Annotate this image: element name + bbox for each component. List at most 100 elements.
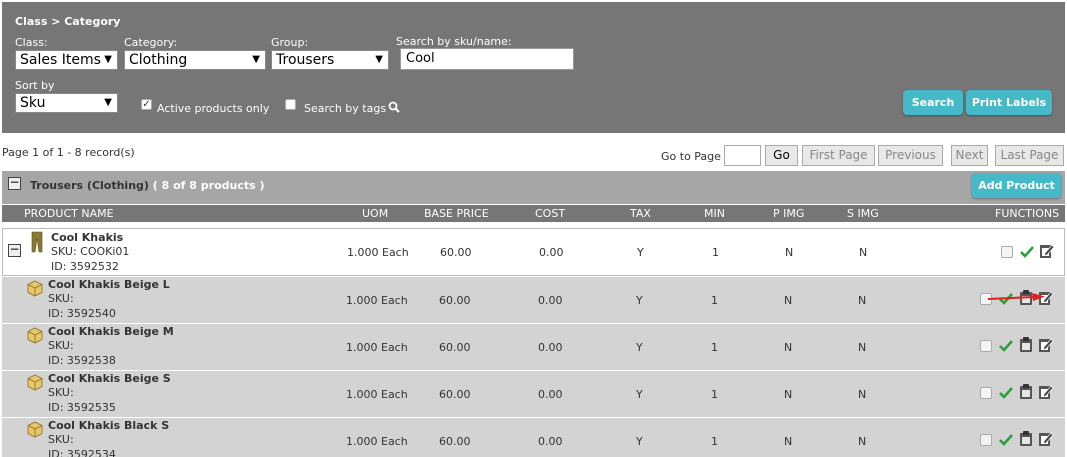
search-button[interactable]: Search [903, 90, 963, 115]
clipboard-icon[interactable] [1019, 336, 1033, 353]
row-select-checkbox[interactable] [1001, 246, 1013, 258]
tax-value: Y [636, 341, 643, 354]
class-label: Class: [15, 36, 48, 49]
tax-value: Y [637, 246, 644, 259]
table-row: Cool Khakis Beige M SKU: ID: 3592538 1.0… [2, 324, 1065, 370]
row-select-checkbox[interactable] [980, 434, 992, 446]
s-img-value: N [858, 294, 867, 307]
col-s-img: S IMG [847, 207, 879, 220]
p-img-value: N [785, 246, 794, 259]
edit-icon[interactable] [1038, 383, 1054, 400]
search-label: Search by sku/name: [396, 35, 512, 48]
col-uom: UOM [362, 207, 389, 220]
base-price-value: 60.00 [439, 435, 471, 448]
pager-summary: Page 1 of 1 - 8 record(s) [2, 146, 135, 159]
product-name[interactable]: Cool Khakis Beige M [48, 325, 174, 338]
min-value: 1 [711, 341, 718, 354]
product-id: ID: 3592532 [51, 260, 119, 273]
min-value: 1 [711, 435, 718, 448]
s-img-value: N [858, 435, 867, 448]
check-icon[interactable] [999, 433, 1013, 446]
product-sku: SKU: [48, 292, 74, 305]
check-icon[interactable] [999, 386, 1013, 399]
col-base-price: BASE PRICE [424, 207, 489, 220]
product-id: ID: 3592540 [48, 307, 116, 320]
product-id: ID: 3592535 [48, 401, 116, 414]
product-name[interactable]: Cool Khakis Beige L [48, 278, 170, 291]
edit-icon[interactable] [1039, 242, 1055, 259]
search-tags-checkbox[interactable] [285, 99, 296, 110]
row-select-checkbox[interactable] [980, 340, 992, 352]
trousers-icon [31, 231, 43, 253]
group-title-text: Trousers (Clothing) [30, 179, 149, 192]
group-title: Trousers (Clothing) ( 8 of 8 products ) [30, 179, 265, 192]
cost-value: 0.00 [538, 341, 563, 354]
sort-select[interactable]: Sku ▼ [15, 93, 118, 113]
previous-page-button[interactable]: Previous [878, 145, 943, 166]
clipboard-icon[interactable] [1019, 430, 1033, 447]
product-name[interactable]: Cool Khakis Beige S [48, 372, 171, 385]
product-sku: SKU: COOKi01 [51, 245, 130, 258]
box-icon [27, 421, 43, 438]
uom-value: 1.000 Each [346, 435, 408, 448]
print-labels-button[interactable]: Print Labels [966, 90, 1052, 115]
table-row: − Cool Khakis SKU: COOKi01 ID: 3592532 1… [2, 228, 1065, 276]
product-sku: SKU: [48, 386, 74, 399]
clipboard-icon[interactable] [1019, 383, 1033, 400]
magnifier-icon [388, 101, 400, 113]
product-sku: SKU: [48, 433, 74, 446]
chevron-down-icon: ▼ [252, 54, 260, 65]
next-page-button[interactable]: Next [951, 145, 988, 166]
class-select[interactable]: Sales Items ▼ [15, 50, 118, 70]
edit-icon[interactable] [1038, 336, 1054, 353]
sort-select-value: Sku [20, 95, 46, 111]
chevron-down-icon: ▼ [375, 54, 383, 65]
class-select-value: Sales Items [20, 52, 101, 68]
uom-value: 1.000 Each [347, 246, 409, 259]
first-page-button[interactable]: First Page [802, 145, 875, 166]
active-only-label: Active products only [157, 102, 270, 115]
table-header: PRODUCT NAME UOM BASE PRICE COST TAX MIN… [2, 205, 1065, 222]
check-icon[interactable] [999, 339, 1013, 352]
sort-label: Sort by [15, 79, 55, 92]
p-img-value: N [784, 388, 793, 401]
product-name[interactable]: Cool Khakis [51, 231, 129, 244]
category-select[interactable]: Clothing ▼ [124, 50, 266, 70]
cost-value: 0.00 [538, 388, 563, 401]
col-functions: FUNCTIONS [995, 207, 1060, 220]
goto-page-input[interactable] [724, 145, 761, 166]
group-select[interactable]: Trousers ▼ [271, 50, 389, 70]
table-row: Cool Khakis Black S SKU: ID: 3592534 1.0… [2, 418, 1065, 457]
table-row: Cool Khakis Beige L SKU: ID: 3592540 1.0… [2, 277, 1065, 323]
product-name[interactable]: Cool Khakis Black S [48, 419, 169, 432]
group-select-value: Trousers [276, 52, 335, 68]
product-sku: SKU: [48, 339, 74, 352]
col-tax: TAX [630, 207, 651, 220]
base-price-value: 60.00 [439, 388, 471, 401]
search-tags-label: Search by tags [304, 102, 387, 115]
col-p-img: P IMG [773, 207, 805, 220]
edit-icon[interactable] [1038, 430, 1054, 447]
uom-value: 1.000 Each [346, 341, 408, 354]
min-value: 1 [711, 294, 718, 307]
chevron-down-icon: ▼ [104, 97, 112, 108]
tax-value: Y [636, 388, 643, 401]
product-id: ID: 3592538 [48, 354, 116, 367]
search-input[interactable]: Cool [400, 48, 574, 70]
base-price-value: 60.00 [439, 294, 471, 307]
uom-value: 1.000 Each [346, 388, 408, 401]
col-min: MIN [704, 207, 725, 220]
go-button[interactable]: Go [765, 145, 798, 166]
last-page-button[interactable]: Last Page [995, 145, 1064, 166]
minus-icon[interactable]: − [8, 243, 21, 257]
row-select-checkbox[interactable] [980, 387, 992, 399]
active-only-checkbox[interactable]: ✓ [141, 99, 152, 110]
red-arrow-annotation [987, 293, 1045, 301]
minus-icon[interactable]: − [8, 176, 21, 190]
s-img-value: N [859, 246, 868, 259]
tax-value: Y [636, 435, 643, 448]
box-icon [27, 327, 43, 344]
base-price-value: 60.00 [439, 341, 471, 354]
check-icon[interactable] [1020, 245, 1034, 258]
add-product-button[interactable]: Add Product [972, 173, 1061, 198]
